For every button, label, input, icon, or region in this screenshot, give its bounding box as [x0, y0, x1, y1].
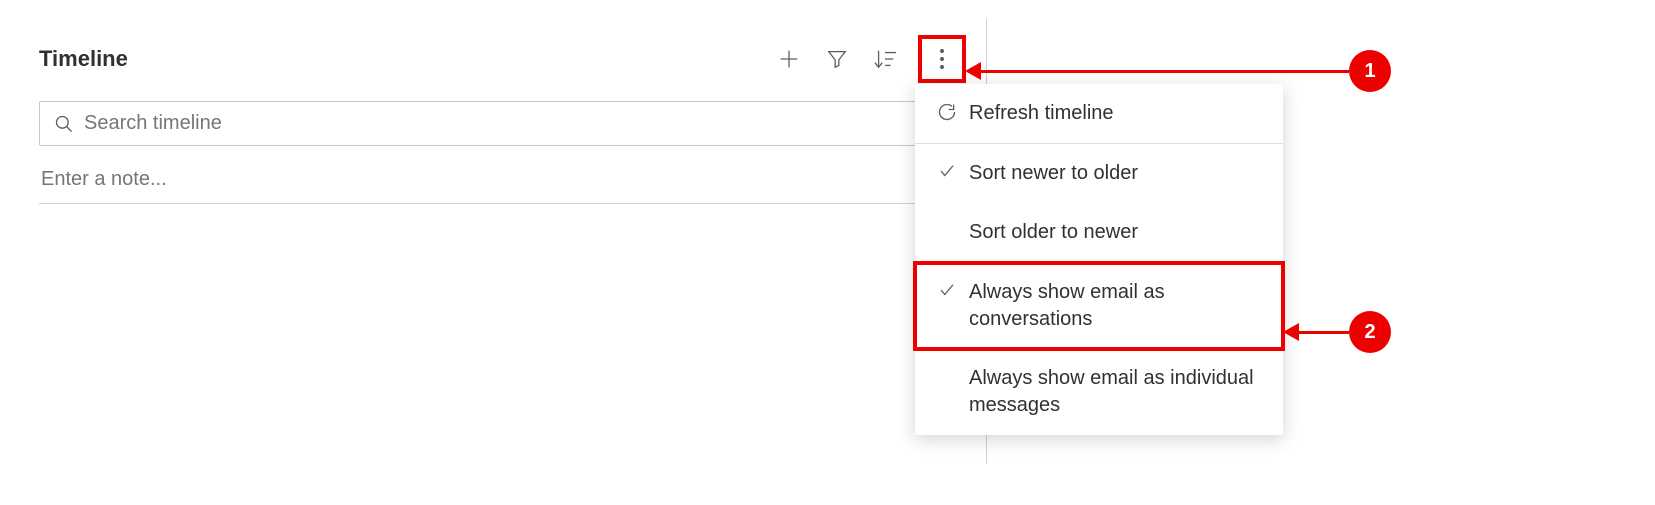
- toolbar: [776, 35, 966, 83]
- menu-item-label: Refresh timeline: [969, 100, 1114, 127]
- more-commands-menu: Refresh timeline Sort newer to older Sor…: [915, 84, 1283, 435]
- callout-2: 2: [1283, 311, 1391, 353]
- menu-sort-newer-older[interactable]: Sort newer to older: [915, 144, 1283, 203]
- panel-header: Timeline: [39, 35, 966, 83]
- menu-item-label: Always show email as conversations: [969, 279, 1265, 333]
- callout-1: 1: [965, 50, 1391, 92]
- arrow-line: [1299, 331, 1349, 334]
- panel-title: Timeline: [39, 46, 128, 72]
- search-input[interactable]: [84, 112, 951, 135]
- search-field[interactable]: [39, 101, 966, 146]
- plus-icon: [778, 48, 800, 70]
- arrow-line: [981, 70, 1349, 73]
- menu-item-label: Always show email as individual messages: [969, 365, 1265, 419]
- check-icon: [933, 281, 961, 299]
- more-vertical-icon: [939, 48, 945, 70]
- callout-badge: 1: [1349, 50, 1391, 92]
- filter-icon: [826, 48, 848, 70]
- note-row: [39, 168, 966, 204]
- menu-item-label: Sort newer to older: [969, 160, 1138, 187]
- filter-button[interactable]: [824, 46, 850, 72]
- note-input[interactable]: [41, 168, 964, 191]
- menu-refresh-timeline[interactable]: Refresh timeline: [915, 84, 1283, 143]
- menu-email-conversations[interactable]: Always show email as conversations: [915, 263, 1283, 349]
- sort-button[interactable]: [872, 46, 898, 72]
- check-icon: [933, 162, 961, 180]
- refresh-icon: [933, 102, 961, 122]
- add-button[interactable]: [776, 46, 802, 72]
- callout-badge: 2: [1349, 311, 1391, 353]
- search-icon: [54, 114, 74, 134]
- menu-email-individual[interactable]: Always show email as individual messages: [915, 349, 1283, 435]
- arrow-head-icon: [965, 62, 981, 80]
- sort-icon: [873, 48, 897, 70]
- more-commands-button[interactable]: [918, 35, 966, 83]
- menu-sort-older-newer[interactable]: Sort older to newer: [915, 203, 1283, 262]
- menu-item-label: Sort older to newer: [969, 219, 1138, 246]
- arrow-head-icon: [1283, 323, 1299, 341]
- timeline-panel: Timeline: [19, 19, 987, 464]
